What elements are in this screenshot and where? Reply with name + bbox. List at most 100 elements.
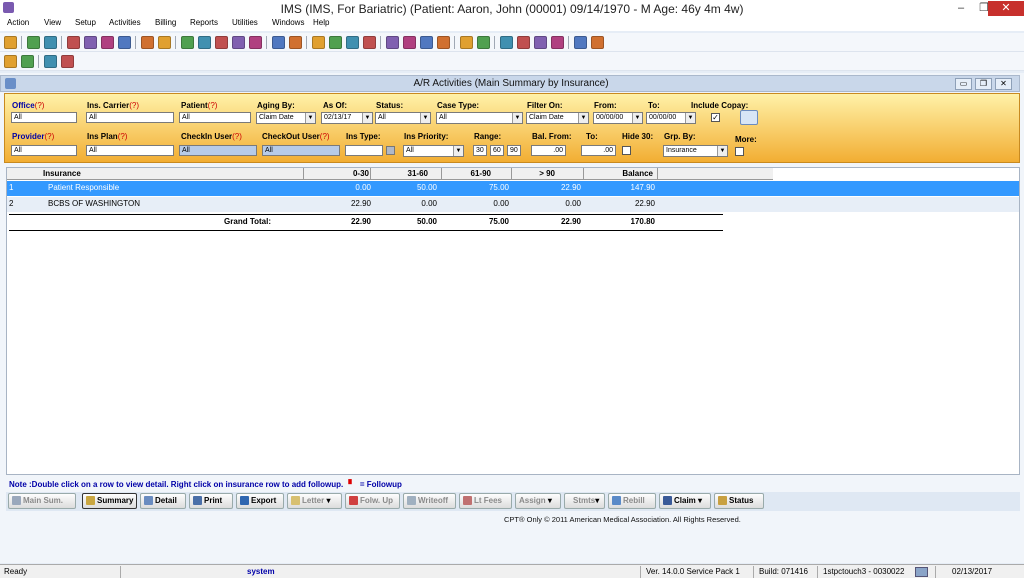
office-field[interactable]: All — [11, 112, 77, 123]
camera-icon[interactable] — [215, 36, 228, 49]
refresh-icon[interactable] — [500, 36, 513, 49]
menu-utilities[interactable]: Utilities — [232, 18, 258, 27]
disc-icon[interactable] — [346, 36, 359, 49]
people2-icon[interactable] — [232, 36, 245, 49]
run-report-icon[interactable] — [740, 110, 758, 125]
table-row[interactable]: 1 Patient Responsible 0.00 50.00 75.00 2… — [7, 181, 1019, 196]
checkin-user-label[interactable]: CheckIn User(?) — [181, 132, 242, 141]
range-2-field[interactable]: 60 — [490, 145, 504, 156]
exit-icon[interactable] — [591, 36, 604, 49]
pills-icon[interactable] — [312, 36, 325, 49]
range-1-field[interactable]: 30 — [473, 145, 487, 156]
assign-button[interactable]: Assign ▾ — [515, 493, 561, 509]
minimize-button[interactable]: ‒ — [950, 1, 972, 16]
patient-field[interactable]: All — [179, 112, 251, 123]
case-type-select[interactable]: All ▼ — [436, 112, 523, 124]
grp-by-select[interactable]: Insurance ▼ — [663, 145, 728, 157]
lab-icon[interactable] — [386, 36, 399, 49]
cancel-icon[interactable] — [61, 55, 74, 68]
claim-button[interactable]: Claim ▾ — [659, 493, 711, 509]
transfer-icon[interactable] — [181, 36, 194, 49]
include-copay-checkbox[interactable]: ✓ — [711, 113, 720, 122]
office-label[interactable]: Office(?) — [12, 101, 44, 110]
sheet-icon[interactable] — [534, 36, 547, 49]
header-over-90[interactable]: > 90 — [511, 169, 555, 179]
patient-label[interactable]: Patient(?) — [181, 101, 217, 110]
close-button[interactable]: ✕ — [988, 1, 1024, 16]
summary-button[interactable]: Summary — [82, 493, 137, 509]
print-button[interactable]: Print — [189, 493, 233, 509]
notes-icon[interactable] — [158, 36, 171, 49]
reply-icon[interactable] — [477, 36, 490, 49]
bal-from-field[interactable]: .00 — [531, 145, 566, 156]
back-icon[interactable] — [329, 36, 342, 49]
checkout-user-field[interactable]: All — [262, 145, 340, 156]
flask-icon[interactable] — [101, 36, 114, 49]
menu-activities[interactable]: Activities — [109, 18, 141, 27]
doc2-icon[interactable] — [437, 36, 450, 49]
lab2-icon[interactable] — [403, 36, 416, 49]
pages-icon[interactable] — [460, 36, 473, 49]
refresh-icon[interactable] — [4, 55, 17, 68]
form-icon[interactable] — [272, 36, 285, 49]
menu-setup[interactable]: Setup — [75, 18, 96, 27]
to-date[interactable]: 00/00/00 ▼ — [646, 112, 696, 124]
detail-button[interactable]: Detail — [140, 493, 186, 509]
help-icon[interactable] — [44, 55, 57, 68]
status-button[interactable]: Status — [714, 493, 764, 509]
header-insurance[interactable]: Insurance — [43, 169, 81, 179]
export-button[interactable]: Export — [236, 493, 284, 509]
header-61-90[interactable]: 61-90 — [441, 169, 491, 179]
table-row[interactable]: 2 BCBS OF WASHINGTON 22.90 0.00 0.00 0.0… — [7, 197, 1019, 212]
checkin-user-field[interactable]: All — [179, 145, 257, 156]
ins-plan-field[interactable]: All — [86, 145, 174, 156]
lock-icon[interactable] — [574, 36, 587, 49]
stmts-button[interactable]: Stmts▾ — [564, 493, 605, 509]
header-31-60[interactable]: 31-60 — [370, 169, 428, 179]
provider-field[interactable]: All — [11, 145, 77, 156]
status-select[interactable]: All ▼ — [375, 112, 431, 124]
rebill-button[interactable]: Rebill — [608, 493, 656, 509]
hide30-checkbox[interactable] — [622, 146, 631, 155]
provider-label[interactable]: Provider(?) — [12, 132, 54, 141]
bal-to-field[interactable]: .00 — [581, 145, 616, 156]
menu-view[interactable]: View — [44, 18, 61, 27]
child-minimize-button[interactable]: ▭ — [955, 78, 972, 90]
camera2-icon[interactable] — [363, 36, 376, 49]
more-checkbox[interactable] — [735, 147, 744, 156]
menu-help[interactable]: Help — [313, 18, 329, 27]
user-icon[interactable] — [4, 36, 17, 49]
as-of-date[interactable]: 02/13/17 ▼ — [321, 112, 373, 124]
menu-action[interactable]: Action — [7, 18, 29, 27]
wizard-icon[interactable] — [289, 36, 302, 49]
doc-icon[interactable] — [420, 36, 433, 49]
aging-by-select[interactable]: Claim Date ▼ — [256, 112, 316, 124]
child-close-button[interactable]: ✕ — [995, 78, 1012, 90]
header-balance[interactable]: Balance — [583, 169, 653, 179]
from-date[interactable]: 00/00/00 ▼ — [593, 112, 643, 124]
globe-icon[interactable] — [21, 55, 34, 68]
menu-windows[interactable]: Windows — [272, 18, 304, 27]
calendar-icon[interactable] — [67, 36, 80, 49]
shield-icon[interactable] — [118, 36, 131, 49]
range-3-field[interactable]: 90 — [507, 145, 521, 156]
results-grid[interactable]: Insurance 0-30 31-60 61-90 > 90 Balance … — [6, 167, 1020, 475]
ins-type-field[interactable] — [345, 145, 383, 156]
writeoff-button[interactable]: Writeoff — [403, 493, 456, 509]
lt-fees-button[interactable]: Lt Fees — [459, 493, 512, 509]
ins-carrier-field[interactable]: All — [86, 112, 174, 123]
menu-billing[interactable]: Billing — [155, 18, 176, 27]
ins-plan-label[interactable]: Ins Plan(?) — [87, 132, 127, 141]
key-icon[interactable] — [249, 36, 262, 49]
checkout-user-label[interactable]: CheckOut User(?) — [262, 132, 330, 141]
ins-priority-select[interactable]: All ▼ — [403, 145, 464, 157]
word-icon[interactable] — [517, 36, 530, 49]
folw-up-button[interactable]: Folw. Up — [345, 493, 400, 509]
letter-button[interactable]: Letter ▾ — [287, 493, 342, 509]
ins-carrier-label[interactable]: Ins. Carrier(?) — [87, 101, 139, 110]
grid-icon[interactable] — [141, 36, 154, 49]
child-restore-button[interactable]: ❐ — [975, 78, 992, 90]
people-icon[interactable] — [198, 36, 211, 49]
filter-on-select[interactable]: Claim Date ▼ — [526, 112, 589, 124]
help-icon[interactable] — [551, 36, 564, 49]
